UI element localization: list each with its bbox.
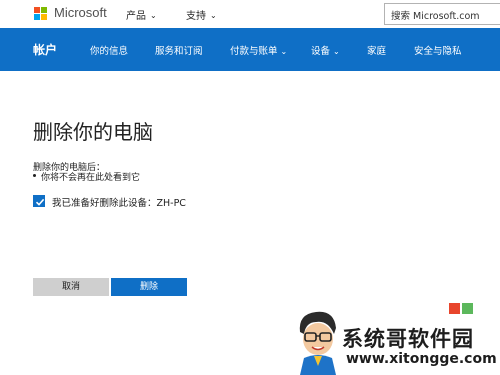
chevron-down-icon: ⌄ (280, 47, 288, 56)
account-nav-label: 服务和订阅 (155, 46, 203, 57)
microsoft-logo-icon[interactable] (34, 7, 48, 21)
page-title: 删除你的电脑 (33, 120, 153, 144)
search-input[interactable]: 搜索 Microsoft.com (384, 3, 500, 25)
mascot-icon (299, 311, 336, 375)
nav-products-label: 产品 (126, 11, 146, 22)
watermark-logo-icon (449, 303, 460, 314)
page: Microsoft 产品 ⌄ 支持 ⌄ 搜索 Microsoft.com 帐户 你的… (0, 0, 500, 375)
watermark-url: www.xitongge.com (346, 351, 497, 367)
bullet-icon (33, 174, 36, 177)
account-nav-services[interactable]: 服务和订阅 (155, 43, 203, 57)
account-nav-label: 安全与隐私 (414, 46, 462, 57)
nav-support[interactable]: 支持 ⌄ (186, 7, 217, 22)
account-title[interactable]: 帐户 (33, 41, 57, 58)
list-item: 你将不会再在此处看到它 (33, 170, 140, 183)
search-placeholder: 搜索 Microsoft.com (391, 11, 480, 22)
watermark-logo-icon (462, 303, 473, 314)
account-nav-devices[interactable]: 设备 ⌄ (311, 43, 340, 57)
nav-products[interactable]: 产品 ⌄ (126, 7, 157, 22)
cancel-button[interactable]: 取消 (33, 278, 109, 296)
account-nav-your-info[interactable]: 你的信息 (90, 43, 128, 57)
account-nav-security[interactable]: 安全与隐私 (414, 43, 462, 57)
bullet-text: 你将不会再在此处看到它 (41, 173, 141, 183)
account-nav-bar: 帐户 你的信息 服务和订阅 付款与账单 ⌄ 设备 ⌄ 家庭 安全与隐私 (0, 28, 500, 71)
account-nav-payment[interactable]: 付款与账单 ⌄ (230, 43, 287, 57)
nav-support-label: 支持 (186, 11, 206, 22)
checkmark-icon (35, 198, 45, 206)
watermark-title: 系统哥软件园 (342, 327, 474, 351)
delete-button[interactable]: 删除 (111, 278, 187, 296)
account-nav-family[interactable]: 家庭 (367, 43, 386, 57)
chevron-down-icon: ⌄ (150, 11, 157, 20)
chevron-down-icon: ⌄ (333, 47, 340, 56)
top-header: Microsoft 产品 ⌄ 支持 ⌄ 搜索 Microsoft.com (0, 0, 500, 28)
chevron-down-icon: ⌄ (210, 11, 217, 20)
account-nav-label: 家庭 (367, 46, 387, 57)
confirm-checkbox[interactable] (33, 195, 45, 207)
account-nav-label: 设备 (311, 46, 331, 57)
account-nav-label: 你的信息 (90, 46, 129, 57)
confirm-checkbox-label[interactable]: 我已准备好删除此设备：ZH-PC (52, 195, 186, 209)
account-nav-label: 付款与账单 (230, 46, 278, 57)
brand-name[interactable]: Microsoft (54, 5, 107, 20)
